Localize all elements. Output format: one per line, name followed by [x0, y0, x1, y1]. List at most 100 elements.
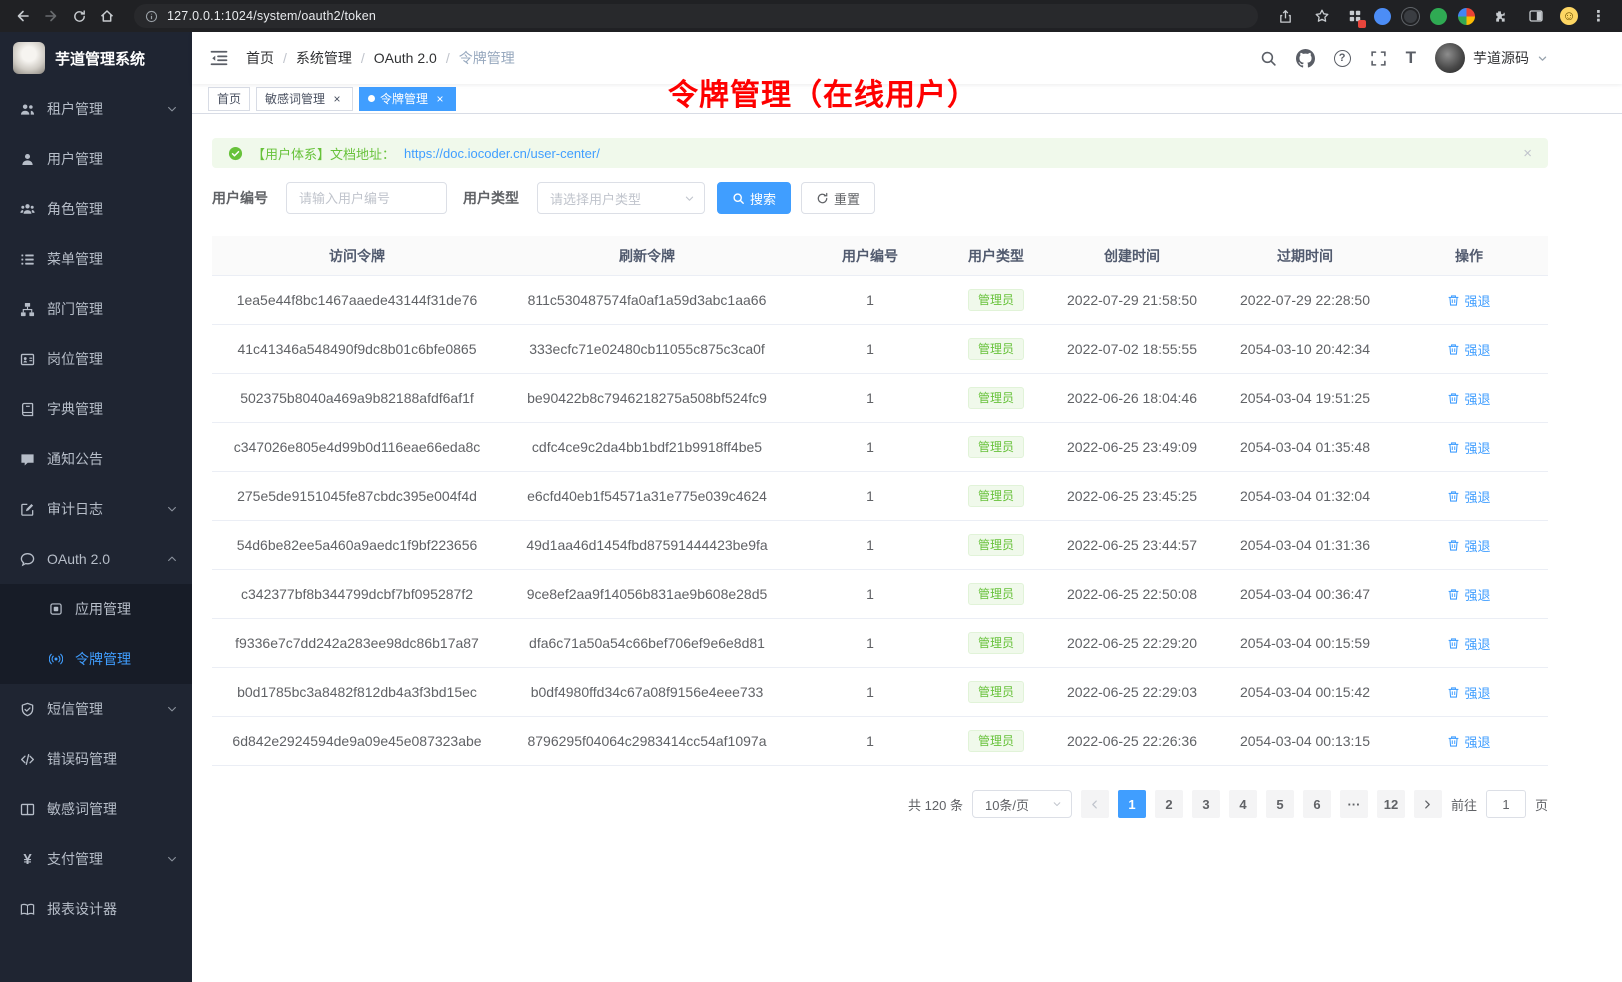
app-logo[interactable]: 芋道管理系统 — [0, 32, 192, 84]
force-logout-button[interactable]: 强退 — [1447, 634, 1490, 653]
page-button-12[interactable]: 12 — [1377, 790, 1405, 818]
address-bar[interactable]: 127.0.0.1:1024/system/oauth2/token — [134, 4, 1258, 28]
user-type-select[interactable]: 请选择用户类型 — [537, 182, 705, 214]
puzzle-icon[interactable] — [1486, 3, 1512, 29]
chevron-down-icon — [166, 853, 178, 865]
goto-page-input[interactable] — [1486, 790, 1526, 818]
site-info-icon[interactable] — [145, 10, 158, 23]
tab-token-manage[interactable]: 令牌管理 × — [359, 87, 456, 111]
force-logout-button[interactable]: 强退 — [1447, 340, 1490, 359]
search-icon[interactable] — [1260, 50, 1277, 67]
page-button-1[interactable]: 1 — [1118, 790, 1146, 818]
user-type-badge: 管理员 — [968, 730, 1024, 752]
prev-page-button[interactable] — [1081, 790, 1109, 818]
sidebar-item-sms[interactable]: 短信管理 — [0, 684, 192, 734]
reset-button[interactable]: 重置 — [801, 182, 875, 214]
action-cell: 强退 — [1390, 619, 1548, 667]
extension-blue-icon[interactable] — [1374, 8, 1391, 25]
user-id-input[interactable] — [286, 182, 447, 214]
sidebar-item-oauth2[interactable]: OAuth 2.0 — [0, 534, 192, 584]
github-icon[interactable] — [1296, 49, 1315, 68]
page-size-select[interactable]: 10条/页 — [972, 790, 1072, 818]
next-page-button[interactable] — [1414, 790, 1442, 818]
help-icon[interactable]: ? — [1334, 50, 1351, 67]
extension-multicolor-icon[interactable] — [1458, 8, 1475, 25]
sidebar-item-audit-log[interactable]: 审计日志 — [0, 484, 192, 534]
user-type-label: 用户类型 — [463, 188, 519, 208]
sidebar-item-error-code[interactable]: 错误码管理 — [0, 734, 192, 784]
table-header: 访问令牌 刷新令牌 用户编号 用户类型 创建时间 过期时间 操作 — [212, 236, 1548, 276]
breadcrumb-home[interactable]: 首页 — [246, 48, 274, 68]
font-size-icon[interactable]: T — [1406, 48, 1416, 68]
split-screen-icon[interactable] — [1523, 3, 1549, 29]
sidebar-toggle-icon[interactable] — [208, 47, 230, 69]
goto-suffix: 页 — [1535, 795, 1548, 814]
page-button-2[interactable]: 2 — [1155, 790, 1183, 818]
create-time-cell: 2022-06-25 23:44:57 — [1044, 521, 1220, 569]
force-logout-button[interactable]: 强退 — [1447, 389, 1490, 408]
total-count: 共 120 条 — [908, 795, 963, 814]
sidebar-item-dict[interactable]: 字典管理 — [0, 384, 192, 434]
profile-avatar[interactable]: ☺ — [1560, 7, 1578, 25]
sidebar-item-user[interactable]: 用户管理 — [0, 134, 192, 184]
sidebar-item-menu[interactable]: 菜单管理 — [0, 234, 192, 284]
col-refresh-token: 刷新令牌 — [502, 236, 792, 276]
sidebar-item-app-manage[interactable]: 应用管理 — [0, 584, 192, 634]
page-button-3[interactable]: 3 — [1192, 790, 1220, 818]
sidebar-item-token-manage[interactable]: 令牌管理 — [0, 634, 192, 684]
page-button-4[interactable]: 4 — [1229, 790, 1257, 818]
sidebar-item-dept[interactable]: 部门管理 — [0, 284, 192, 334]
alert-close-icon[interactable]: × — [1523, 145, 1532, 162]
tab-sensitive-word[interactable]: 敏感词管理× — [256, 87, 353, 111]
doc-link[interactable]: https://doc.iocoder.cn/user-center/ — [404, 146, 600, 161]
user-id-cell: 1 — [792, 374, 948, 422]
force-logout-button[interactable]: 强退 — [1447, 732, 1490, 751]
table-row: 275e5de9151045fe87cbdc395e004f4d e6cfd40… — [212, 472, 1548, 521]
refresh-token-cell: be90422b8c7946218275a508bf524fc9 — [502, 374, 792, 422]
breadcrumb-system[interactable]: 系统管理 — [296, 48, 352, 68]
close-icon[interactable]: × — [330, 92, 344, 106]
more-pages-button[interactable]: ··· — [1340, 790, 1368, 818]
force-logout-button[interactable]: 强退 — [1447, 683, 1490, 702]
bookmark-star-icon[interactable] — [1309, 3, 1335, 29]
force-logout-label: 强退 — [1464, 340, 1490, 359]
extension-dark-icon[interactable] — [1402, 8, 1419, 25]
expire-time-cell: 2054-03-04 01:32:04 — [1220, 472, 1390, 520]
fullscreen-icon[interactable] — [1370, 50, 1387, 67]
force-logout-button[interactable]: 强退 — [1447, 487, 1490, 506]
user-menu[interactable]: 芋道源码 — [1435, 43, 1548, 73]
force-logout-button[interactable]: 强退 — [1447, 291, 1490, 310]
back-icon[interactable] — [10, 3, 36, 29]
close-icon[interactable]: × — [433, 92, 447, 106]
sidebar-item-tenant[interactable]: 租户管理 — [0, 84, 192, 134]
sidebar-item-pay[interactable]: ¥ 支付管理 — [0, 834, 192, 884]
sidebar-item-role[interactable]: 角色管理 — [0, 184, 192, 234]
code-icon — [20, 752, 35, 767]
sidebar-item-report-designer[interactable]: 报表设计器 — [0, 884, 192, 934]
page-button-6[interactable]: 6 — [1303, 790, 1331, 818]
sidebar-item-sensitive-word[interactable]: 敏感词管理 — [0, 784, 192, 834]
browser-menu-dots-icon[interactable]: ⋮ — [1589, 7, 1608, 25]
tenant-icon — [20, 102, 35, 117]
reload-icon[interactable] — [66, 3, 92, 29]
expire-time-cell: 2054-03-04 01:31:36 — [1220, 521, 1390, 569]
refresh-token-cell: 49d1aa46d1454fbd87591444423be9fa — [502, 521, 792, 569]
breadcrumb-oauth2[interactable]: OAuth 2.0 — [374, 50, 437, 66]
extension-grid-icon[interactable] — [1346, 8, 1363, 25]
force-logout-button[interactable]: 强退 — [1447, 536, 1490, 555]
open-book-icon — [20, 902, 35, 917]
search-button[interactable]: 搜索 — [717, 182, 791, 214]
page-button-5[interactable]: 5 — [1266, 790, 1294, 818]
tab-home[interactable]: 首页 — [208, 87, 250, 111]
home-icon[interactable] — [94, 3, 120, 29]
user-name: 芋道源码 — [1473, 48, 1529, 68]
sidebar-item-post[interactable]: 岗位管理 — [0, 334, 192, 384]
force-logout-button[interactable]: 强退 — [1447, 438, 1490, 457]
sidebar-item-notice[interactable]: 通知公告 — [0, 434, 192, 484]
share-icon[interactable] — [1272, 3, 1298, 29]
force-logout-button[interactable]: 强退 — [1447, 585, 1490, 604]
tab-label: 令牌管理 — [380, 90, 428, 107]
extension-green-icon[interactable] — [1430, 8, 1447, 25]
app-window-icon — [48, 602, 63, 617]
forward-icon[interactable] — [38, 3, 64, 29]
